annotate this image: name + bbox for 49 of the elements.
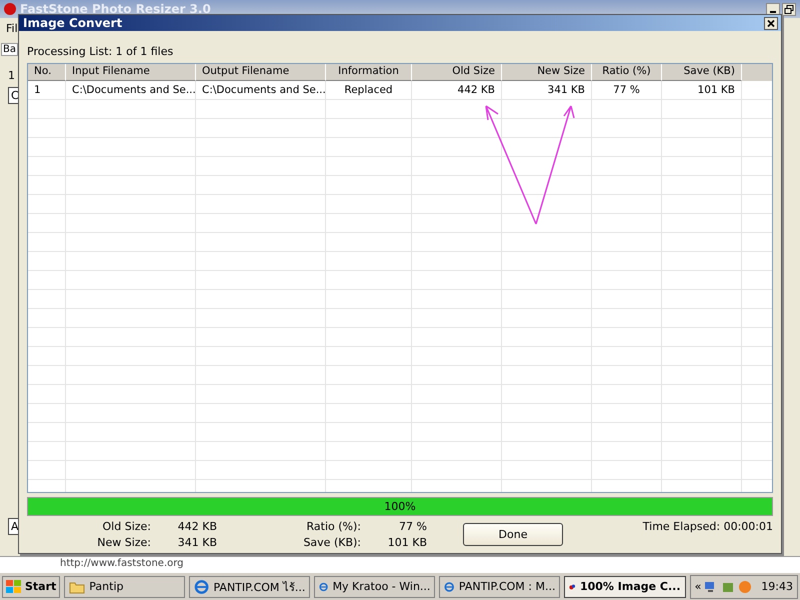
column-header[interactable]: Old Size: [412, 64, 502, 81]
column-header[interactable]: Ratio (%): [592, 64, 662, 81]
folder-icon: [69, 580, 86, 594]
tray-toggle[interactable]: «: [694, 580, 702, 593]
stat-label: Ratio (%):: [306, 520, 362, 533]
taskbar-item[interactable]: PANTIP.COM ไร้...: [189, 576, 310, 598]
stat-value: 101 KB: [386, 536, 427, 549]
menu-item[interactable]: Fil: [6, 22, 18, 35]
app-icon: [4, 3, 16, 15]
window-title: FastStone Photo Resizer 3.0: [20, 2, 211, 16]
progress-label: 100%: [384, 500, 416, 513]
taskbar-item[interactable]: PANTIP.COM : M...: [439, 576, 560, 598]
processing-status: Processing List: 1 of 1 files: [27, 44, 174, 60]
stat-label: New Size:: [96, 536, 152, 549]
clock: 19:43: [761, 580, 793, 593]
column-header[interactable]: No.: [28, 64, 66, 81]
stat-value: 77 %: [398, 520, 427, 533]
dialog-title: Image Convert: [23, 16, 122, 30]
column-header[interactable]: Output Filename: [196, 64, 326, 81]
done-button[interactable]: Done: [463, 523, 563, 546]
tab[interactable]: Ba: [1, 43, 18, 56]
stat-label: Old Size:: [102, 520, 152, 533]
time-elapsed: Time Elapsed: 00:00:01: [642, 520, 773, 533]
close-button[interactable]: [764, 16, 778, 30]
table-cell: 442 KB: [412, 81, 502, 100]
taskbar-item[interactable]: 100% Image C...: [564, 576, 686, 598]
stat-label: Save (KB):: [302, 536, 362, 549]
column-header[interactable]: Information: [326, 64, 412, 81]
taskbar-item[interactable]: My Kratoo - Win...: [314, 576, 436, 598]
table-cell: C:\Documents and Se...: [196, 81, 326, 100]
table-cell: 77 %: [592, 81, 662, 100]
minimize-button[interactable]: [766, 2, 780, 16]
table-cell: 1: [28, 81, 66, 100]
table-cell: C:\Documents and Se...: [66, 81, 196, 100]
browser-icon: [194, 578, 210, 594]
taskbar-item[interactable]: Pantip: [64, 576, 186, 598]
stat-value: 442 KB: [176, 520, 217, 533]
stat-value: 341 KB: [176, 536, 217, 549]
restore-button[interactable]: [782, 2, 796, 16]
column-header[interactable]: Save (KB): [662, 64, 742, 81]
column-header[interactable]: New Size: [502, 64, 592, 81]
website-link[interactable]: http://www.faststone.org: [60, 558, 184, 569]
windows-logo-icon: [6, 580, 22, 594]
table-cell: 341 KB: [502, 81, 592, 100]
column-header[interactable]: Input Filename: [66, 64, 196, 81]
start-button[interactable]: Start: [2, 576, 60, 598]
label: 1: [8, 69, 15, 82]
table-cell: Replaced: [326, 81, 412, 100]
table-cell: 101 KB: [662, 81, 742, 100]
